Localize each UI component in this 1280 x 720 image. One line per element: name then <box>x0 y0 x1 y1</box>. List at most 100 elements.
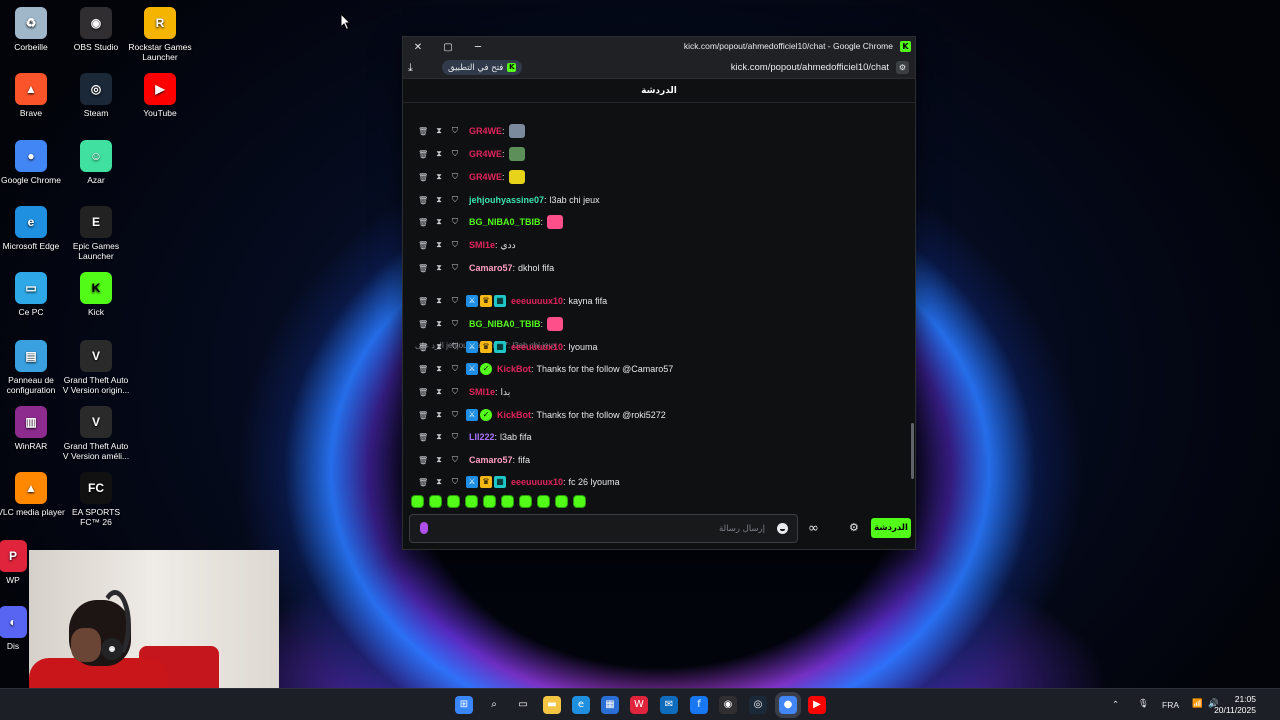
chat-message[interactable]: 🗑 ⧗ ⛉ Camaro57: dkhol fifa <box>418 260 554 276</box>
delete-message-icon[interactable]: 🗑 <box>418 297 428 306</box>
ban-shield-icon[interactable]: ⛉ <box>450 263 460 273</box>
ban-shield-icon[interactable]: ⛉ <box>450 126 460 136</box>
ban-shield-icon[interactable]: ⛉ <box>450 387 460 397</box>
delete-message-icon[interactable]: 🗑 <box>418 264 428 273</box>
ban-shield-icon[interactable]: ⛉ <box>450 195 460 205</box>
timeout-hourglass-icon[interactable]: ⧗ <box>434 126 444 136</box>
minimize-icon[interactable]: ─ <box>463 42 493 53</box>
infinity-icon[interactable]: ∞ <box>808 521 819 536</box>
chat-message[interactable]: 🗑 ⧗ ⛉ BG_NIBA0_TBIB: <box>418 316 564 332</box>
ban-shield-icon[interactable]: ⛉ <box>450 217 460 227</box>
delete-message-icon[interactable]: 🗑 <box>418 218 428 227</box>
edge-icon[interactable]: e <box>572 696 590 714</box>
open-in-app-button[interactable]: فتح في التطبيق K <box>442 60 523 75</box>
delete-message-icon[interactable]: 🗑 <box>418 320 428 329</box>
desktop-icon[interactable]: K Kick <box>61 272 131 317</box>
desktop-icon[interactable]: ♻ Corbeille <box>0 7 66 52</box>
steam-icon[interactable]: ◎ <box>749 696 767 714</box>
quick-emote-icon[interactable] <box>537 495 550 508</box>
send-chat-button[interactable]: الدردشة <box>871 518 911 538</box>
timeout-hourglass-icon[interactable]: ⧗ <box>434 410 444 420</box>
desktop-icon[interactable]: ● Google Chrome <box>0 140 66 185</box>
chat-username[interactable]: BG_NIBA0_TBIB <box>469 217 541 227</box>
desktop-icon[interactable]: ▭ Ce PC <box>0 272 66 317</box>
timeout-hourglass-icon[interactable]: ⧗ <box>434 296 444 306</box>
chrome-icon[interactable]: ● <box>779 696 797 714</box>
chat-username[interactable]: jehjouhyassine07 <box>469 195 544 205</box>
quick-emote-icon[interactable] <box>573 495 586 508</box>
microphone-icon[interactable] <box>420 522 428 534</box>
ban-shield-icon[interactable]: ⛉ <box>450 149 460 159</box>
ban-shield-icon[interactable]: ⛉ <box>450 432 460 442</box>
timeout-hourglass-icon[interactable]: ⧗ <box>434 342 444 352</box>
desktop-icon[interactable]: V Grand Theft Auto V Version améli... <box>61 406 131 461</box>
timeout-hourglass-icon[interactable]: ⧗ <box>434 477 444 487</box>
store-icon[interactable]: ▦ <box>601 696 619 714</box>
system-clock[interactable]: 21:05 20/11/2025 <box>1214 694 1256 716</box>
timeout-hourglass-icon[interactable]: ⧗ <box>434 432 444 442</box>
youtube-icon[interactable]: ▶ <box>808 696 826 714</box>
quick-emote-icon[interactable] <box>447 495 460 508</box>
ban-shield-icon[interactable]: ⛉ <box>450 172 460 182</box>
delete-message-icon[interactable]: 🗑 <box>418 343 428 352</box>
site-settings-icon[interactable]: ⚙ <box>896 61 909 74</box>
desktop-icon[interactable]: ◐ Dis <box>0 606 30 651</box>
desktop-icon[interactable]: ▥ WinRAR <box>0 406 66 451</box>
outlook-icon[interactable]: ✉ <box>660 696 678 714</box>
ban-shield-icon[interactable]: ⛉ <box>450 364 460 374</box>
language-indicator[interactable]: FRA <box>1162 700 1179 710</box>
chat-scrollbar[interactable] <box>911 423 914 479</box>
ban-shield-icon[interactable]: ⛉ <box>450 455 460 465</box>
delete-message-icon[interactable]: 🗑 <box>418 433 428 442</box>
chat-username[interactable]: GR4WE <box>469 126 502 136</box>
timeout-hourglass-icon[interactable]: ⧗ <box>434 217 444 227</box>
chat-message[interactable]: 🗑 ⧗ ⛉ GR4WE: <box>418 169 525 185</box>
quick-emote-icon[interactable] <box>483 495 496 508</box>
ban-shield-icon[interactable]: ⛉ <box>450 410 460 420</box>
delete-message-icon[interactable]: 🗑 <box>418 388 428 397</box>
chat-message[interactable]: 🗑 ⧗ ⛉ GR4WE: <box>418 123 525 139</box>
chat-message[interactable]: 🗑 ⧗ ⛉ Camaro57: fifa <box>418 452 530 468</box>
chat-message[interactable]: 🗑 ⧗ ⛉ GR4WE: <box>418 146 525 162</box>
chat-settings-gear-icon[interactable]: ⚙ <box>849 521 859 534</box>
desktop-icon[interactable]: ▲ VLC media player <box>0 472 66 517</box>
timeout-hourglass-icon[interactable]: ⧗ <box>434 172 444 182</box>
chat-message[interactable]: 🗑 ⧗ ⛉ LII222: l3ab fifa <box>418 429 532 445</box>
desktop-icon[interactable]: P WP <box>0 540 30 585</box>
facebook-icon[interactable]: f <box>690 696 708 714</box>
chat-message[interactable]: 🗑 ⧗ ⛉ ⚔ ♛ ▦ eeeuuuux10: kayna fifa <box>418 293 607 309</box>
chat-message[interactable]: 🗑 ⧗ ⛉ BG_NIBA0_TBIB: <box>418 214 564 230</box>
wifi-icon[interactable]: 📶 <box>1192 698 1203 709</box>
ban-shield-icon[interactable]: ⛉ <box>450 319 460 329</box>
task-view-icon[interactable]: ▭ <box>514 696 532 714</box>
maximize-icon[interactable]: ▢ <box>433 42 463 53</box>
delete-message-icon[interactable]: 🗑 <box>418 127 428 136</box>
ban-shield-icon[interactable]: ⛉ <box>450 240 460 250</box>
emoji-picker-icon[interactable] <box>777 523 788 534</box>
delete-message-icon[interactable]: 🗑 <box>418 241 428 250</box>
chat-message-input[interactable] <box>445 520 765 538</box>
quick-emote-icon[interactable] <box>411 495 424 508</box>
quick-emote-icon[interactable] <box>555 495 568 508</box>
chat-username[interactable]: SMI1e <box>469 387 495 397</box>
delete-message-icon[interactable]: 🗑 <box>418 173 428 182</box>
delete-message-icon[interactable]: 🗑 <box>418 196 428 205</box>
quick-emote-icon[interactable] <box>465 495 478 508</box>
desktop-icon[interactable]: ▲ Brave <box>0 73 66 118</box>
chat-username[interactable]: eeeuuuux10 <box>511 477 563 487</box>
tray-chevron-icon[interactable]: ⌃ <box>1112 699 1119 710</box>
ban-shield-icon[interactable]: ⛉ <box>450 296 460 306</box>
file-explorer-icon[interactable]: ▬ <box>543 696 561 714</box>
delete-message-icon[interactable]: 🗑 <box>418 365 428 374</box>
microphone-tray-icon[interactable]: 🎙 <box>1138 698 1149 709</box>
quick-emote-icon[interactable] <box>429 495 442 508</box>
chat-username[interactable]: BG_NIBA0_TBIB <box>469 319 541 329</box>
chat-message[interactable]: 🗑 ⧗ ⛉ ⚔ ✓ KickBot: Thanks for the follow @Cama… <box>418 361 673 377</box>
timeout-hourglass-icon[interactable]: ⧗ <box>434 240 444 250</box>
chat-message[interactable]: 🗑 ⧗ ⛉ SMI1e: بدا <box>418 384 510 400</box>
chat-username[interactable]: KickBot <box>497 410 531 420</box>
quick-emote-icon[interactable] <box>519 495 532 508</box>
desktop-icon[interactable]: FC EA SPORTS FC™ 26 <box>61 472 131 527</box>
desktop-icon[interactable]: ◎ Steam <box>61 73 131 118</box>
chat-username[interactable]: Camaro57 <box>469 263 513 273</box>
